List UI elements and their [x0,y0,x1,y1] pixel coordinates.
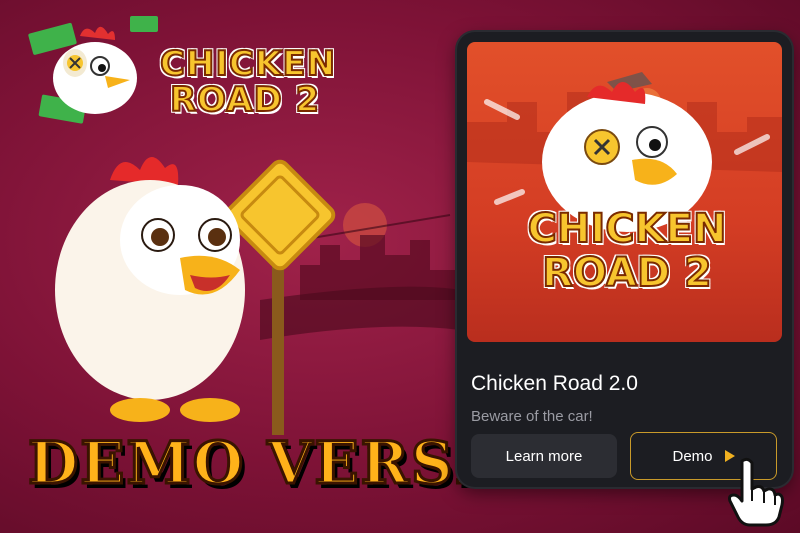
chicken-mascot-icon [28,16,158,124]
learn-more-button[interactable]: Learn more [471,434,617,478]
game-subtitle: Beware of the car! [471,408,593,425]
game-title: Chicken Road 2.0 [471,372,638,395]
game-logo: CHICKEN ROAD 2 [20,8,340,133]
thumbnail-illustration [467,72,782,232]
demo-version-banner: DEMO VERSION [27,428,592,499]
demo-label: Demo [672,447,713,465]
thumbnail-logo: CHICKEN ROAD 2 [497,206,757,296]
logo-title: CHICKEN ROAD 2 [159,44,340,120]
logo-line1: CHICKEN [159,44,337,84]
game-card: CHICKEN ROAD 2 Chicken Road 2.0 Beware o… [457,32,792,487]
hand-pointer-icon [728,457,784,527]
thumbnail-logo-line2: ROAD 2 [541,250,713,296]
learn-more-label: Learn more [505,447,583,465]
game-thumbnail[interactable]: CHICKEN ROAD 2 [467,42,782,342]
thumbnail-logo-line1: CHICKEN [527,206,728,252]
chicken-with-sign-illustration [55,156,336,435]
logo-line2: ROAD 2 [169,80,321,120]
